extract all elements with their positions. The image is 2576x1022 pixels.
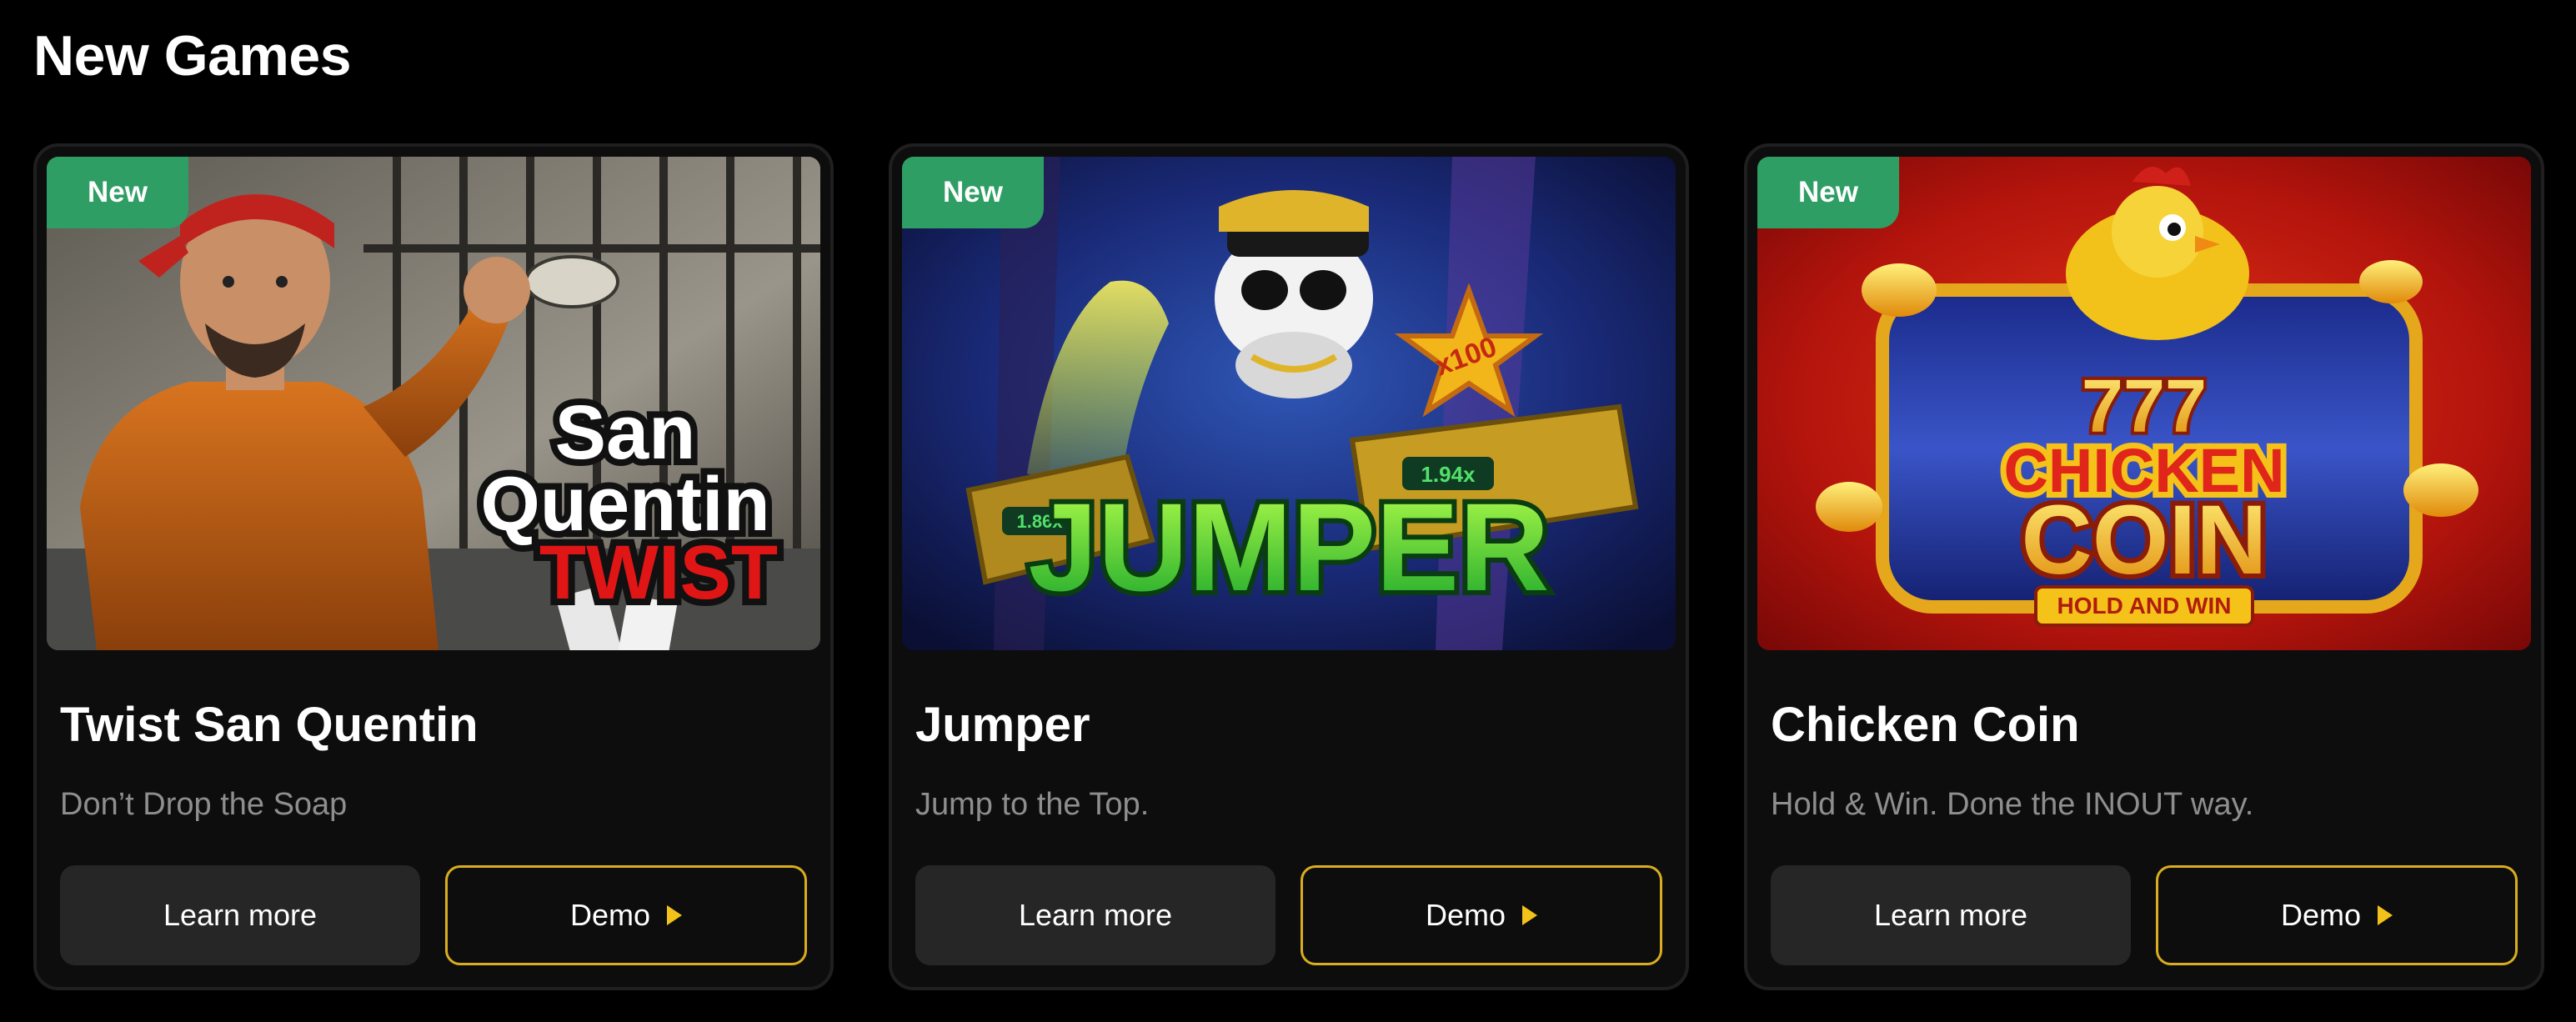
chicken-coin-artwork: 777 CHICKEN COIN HOLD AND WIN bbox=[1757, 157, 2531, 650]
game-art-jumper[interactable]: 1.94x 1.86x x100 JUMPER bbox=[902, 157, 1676, 650]
game-card-twist-san-quentin: San Quentin TWIST New Twist San Quentin … bbox=[33, 143, 834, 990]
section-title: New Games bbox=[33, 24, 352, 88]
play-icon bbox=[1522, 905, 1538, 925]
learn-more-button[interactable]: Learn more bbox=[915, 865, 1275, 965]
game-card-jumper: 1.94x 1.86x x100 JUMPER New Jumper Jump … bbox=[889, 143, 1689, 990]
learn-more-button[interactable]: Learn more bbox=[1771, 865, 2131, 965]
demo-button[interactable]: Demo bbox=[2156, 865, 2518, 965]
game-title: Jumper bbox=[915, 698, 1090, 752]
demo-button[interactable]: Demo bbox=[445, 865, 807, 965]
demo-label: Demo bbox=[1425, 898, 1506, 932]
game-subtitle: Hold & Win. Done the INOUT way. bbox=[1771, 787, 2254, 822]
game-art-twist-san-quentin[interactable]: San Quentin TWIST bbox=[47, 157, 820, 650]
play-icon bbox=[667, 905, 683, 925]
game-art-chicken-coin[interactable]: 777 CHICKEN COIN HOLD AND WIN bbox=[1757, 157, 2531, 650]
art-logo: JUMPER bbox=[1028, 477, 1549, 617]
new-badge: New bbox=[47, 157, 188, 228]
game-subtitle: Don’t Drop the Soap bbox=[60, 787, 348, 822]
demo-button[interactable]: Demo bbox=[1301, 865, 1662, 965]
game-title: Chicken Coin bbox=[1771, 698, 2080, 752]
jumper-artwork: 1.94x 1.86x x100 JUMPER bbox=[902, 157, 1676, 650]
game-title: Twist San Quentin bbox=[60, 698, 479, 752]
demo-label: Demo bbox=[2280, 898, 2362, 932]
learn-more-label: Learn more bbox=[1018, 898, 1173, 932]
learn-more-label: Learn more bbox=[163, 898, 318, 932]
games-grid: San Quentin TWIST New Twist San Quentin … bbox=[33, 143, 2544, 990]
art-line3: TWIST bbox=[539, 530, 778, 615]
twist-san-quentin-artwork: San Quentin TWIST bbox=[47, 157, 820, 650]
game-card-chicken-coin: 777 CHICKEN COIN HOLD AND WIN New Chicke… bbox=[1744, 143, 2544, 990]
new-badge: New bbox=[1757, 157, 1899, 228]
new-badge: New bbox=[902, 157, 1044, 228]
art-line2: COIN bbox=[2022, 485, 2268, 595]
learn-more-button[interactable]: Learn more bbox=[60, 865, 420, 965]
play-icon bbox=[2378, 905, 2393, 925]
learn-more-label: Learn more bbox=[1873, 898, 2028, 932]
art-tag: HOLD AND WIN bbox=[2057, 593, 2232, 619]
demo-label: Demo bbox=[569, 898, 651, 932]
game-subtitle: Jump to the Top. bbox=[915, 787, 1150, 822]
